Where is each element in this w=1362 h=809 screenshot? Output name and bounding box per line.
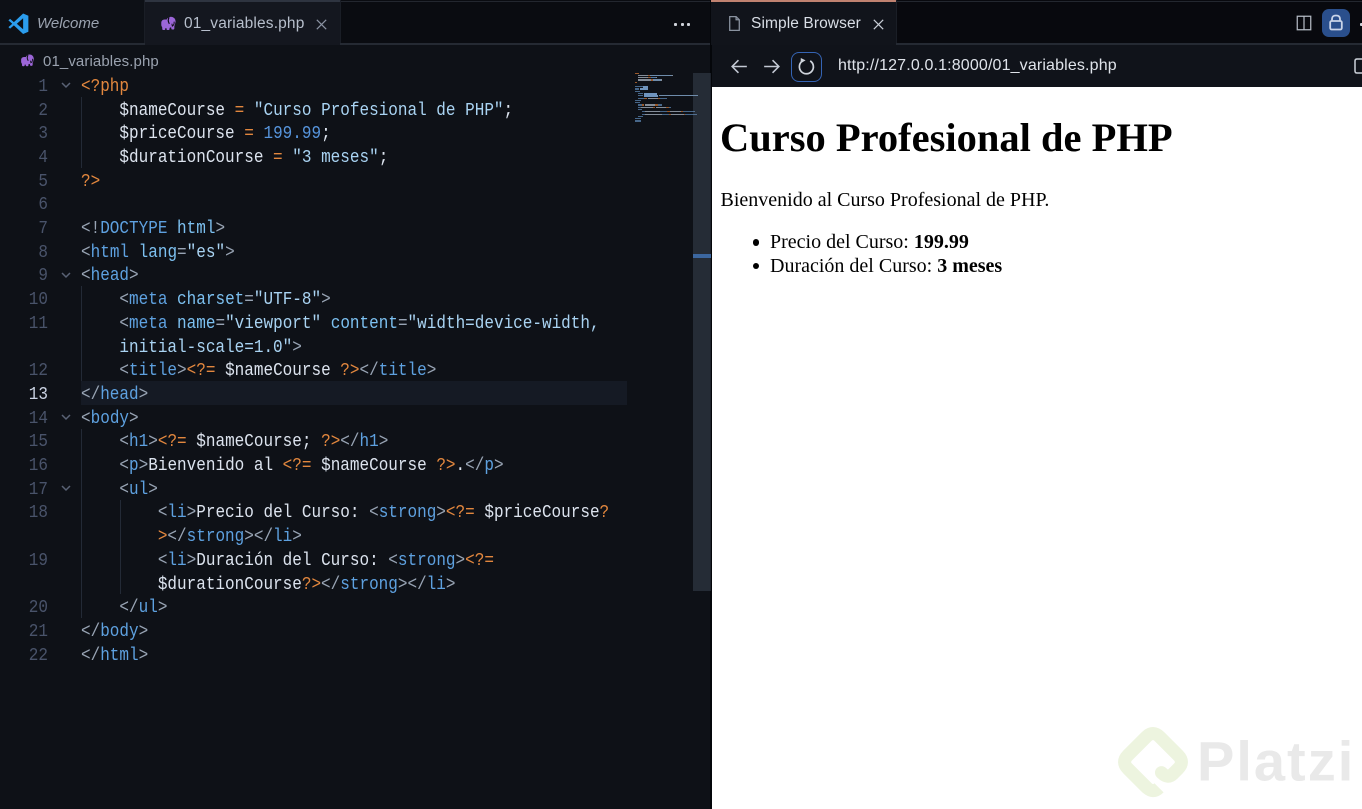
svg-text:Platzi: Platzi	[1197, 730, 1355, 793]
